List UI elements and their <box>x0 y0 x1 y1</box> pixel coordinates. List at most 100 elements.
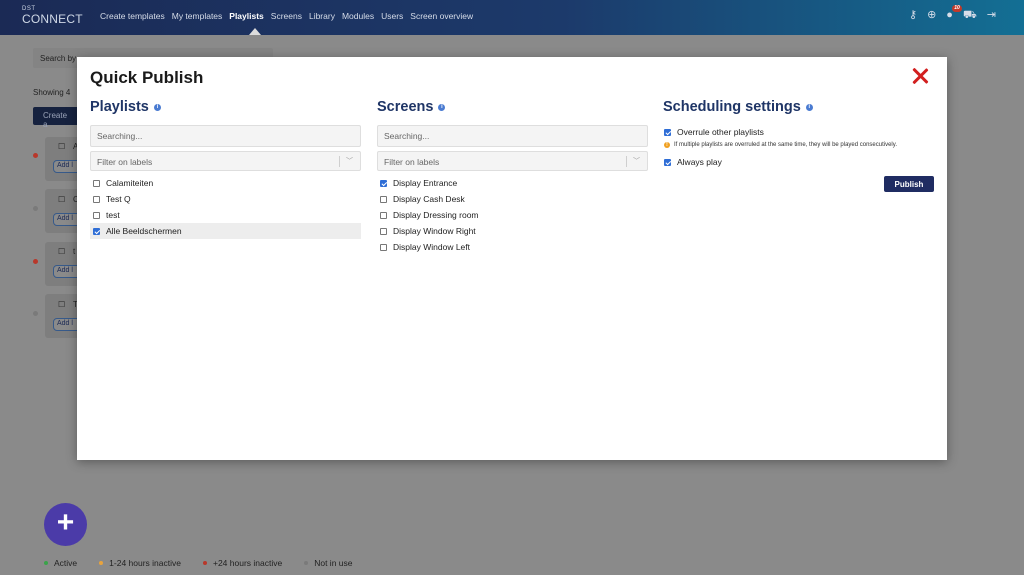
overrule-note-text: If multiple playlists are overruled at t… <box>674 142 897 148</box>
screen-item-label: Display Cash Desk <box>393 194 465 204</box>
playlist-item[interactable]: test <box>90 207 361 223</box>
always-play-checkbox[interactable] <box>664 158 671 166</box>
legend-item-24h: +24 hours inactive <box>202 558 283 568</box>
bg-card-checkbox: ☐ <box>58 247 66 256</box>
playlist-item-label: Test Q <box>106 194 131 204</box>
nav-library[interactable]: Library <box>309 11 335 21</box>
screen-item-label: Display Window Right <box>393 226 476 236</box>
publish-button[interactable]: Publish <box>884 176 934 192</box>
bg-status-dot <box>33 259 38 264</box>
bg-status-dot <box>33 153 38 158</box>
overrule-note: ! If multiple playlists are overruled at… <box>663 142 934 148</box>
checkbox[interactable] <box>380 243 387 251</box>
checkbox[interactable] <box>380 211 387 219</box>
always-play-option[interactable]: Always play <box>663 157 934 167</box>
legend-dot <box>304 561 309 565</box>
filter-placeholder: Filter on labels <box>384 157 440 167</box>
quick-publish-modal: Quick Publish Playlists i Filter on labe… <box>77 57 947 460</box>
legend-label: Active <box>54 558 78 568</box>
info-icon[interactable]: i <box>153 103 161 111</box>
select-separator <box>339 156 340 167</box>
playlists-search-input[interactable] <box>90 125 361 147</box>
checkbox-checked[interactable] <box>380 179 387 187</box>
chevron-down-icon[interactable]: ﹀ <box>346 156 353 166</box>
playlists-column: Playlists i Filter on labels ﹀ Calamitei… <box>90 98 361 239</box>
nav-users[interactable]: Users <box>381 11 403 21</box>
screens-label-filter[interactable]: Filter on labels ﹀ <box>377 151 648 171</box>
playlists-heading-text: Playlists <box>90 99 149 115</box>
checkbox[interactable] <box>380 195 387 203</box>
overrule-label: Overrule other playlists <box>677 127 764 137</box>
legend-dot <box>202 561 207 565</box>
playlist-item-label: test <box>106 210 120 220</box>
checkbox[interactable] <box>380 227 387 235</box>
screen-item-label: Display Window Left <box>393 242 471 252</box>
screen-item[interactable]: Display Window Right <box>377 223 648 239</box>
key-icon[interactable]: ⚷ <box>909 10 917 21</box>
playlist-item[interactable]: Calamiteiten <box>90 175 361 191</box>
nav-my-templates[interactable]: My templates <box>172 11 223 21</box>
overrule-checkbox[interactable] <box>664 128 671 136</box>
warning-icon: ! <box>664 142 670 148</box>
nav-icons: ⚷ ⊕ ● 10 ⛟ ⇥ <box>909 5 996 21</box>
playlists-heading: Playlists i <box>90 98 361 116</box>
legend-label: 1-24 hours inactive <box>109 558 181 568</box>
nav-screens[interactable]: Screens <box>271 11 302 21</box>
playlist-item[interactable]: Test Q <box>90 191 361 207</box>
top-navbar: DST CONNECT Create templates My template… <box>0 0 1024 35</box>
screens-heading: Screens i <box>377 98 648 116</box>
checkbox[interactable] <box>93 195 100 203</box>
screens-search-input[interactable] <box>377 125 648 147</box>
bg-card-initial: t <box>73 247 76 256</box>
screen-item-label: Display Dressing room <box>393 210 479 220</box>
nav-playlists[interactable]: Playlists <box>229 11 264 21</box>
modal-title: Quick Publish <box>90 68 204 87</box>
globe-icon[interactable]: ⊕ <box>927 10 936 21</box>
nav-create-templates[interactable]: Create templates <box>100 11 165 21</box>
playlist-item-label: Alle Beeldschermen <box>106 226 182 236</box>
bg-create-button: Create a <box>33 107 83 129</box>
checkbox-checked[interactable] <box>93 227 100 235</box>
always-play-label: Always play <box>677 157 722 167</box>
playlist-item[interactable]: Alle Beeldschermen <box>90 223 361 239</box>
active-nav-caret <box>249 28 261 35</box>
legend-label: +24 hours inactive <box>212 558 283 568</box>
screen-item[interactable]: Display Window Left <box>377 239 648 255</box>
user-icon[interactable]: ● 10 <box>946 5 962 21</box>
info-icon[interactable]: i <box>805 103 813 111</box>
legend-label: Not in use <box>314 558 353 568</box>
close-icon[interactable] <box>910 66 930 86</box>
scheduling-heading-text: Scheduling settings <box>663 99 801 115</box>
checkbox[interactable] <box>93 179 100 187</box>
bg-status-dot <box>33 206 38 211</box>
notification-badge: 10 <box>952 5 962 12</box>
add-fab-button: + <box>44 503 87 546</box>
bg-showing-text: Showing 4 <box>33 88 71 97</box>
screen-item[interactable]: Display Dressing room <box>377 207 648 223</box>
checkbox[interactable] <box>93 211 100 219</box>
logo-big-text: CONNECT <box>22 12 83 26</box>
overrule-option[interactable]: Overrule other playlists <box>663 127 934 137</box>
info-icon[interactable]: i <box>438 103 446 111</box>
app-logo[interactable]: DST CONNECT <box>22 6 83 25</box>
screen-item[interactable]: Display Cash Desk <box>377 191 648 207</box>
playlists-label-filter[interactable]: Filter on labels ﹀ <box>90 151 361 171</box>
nav-modules[interactable]: Modules <box>342 11 374 21</box>
screens-column: Screens i Filter on labels ﹀ Display Ent… <box>377 98 648 255</box>
bg-card-checkbox: ☐ <box>58 195 66 204</box>
bg-search-label: Search by <box>40 54 77 63</box>
scheduling-column: Scheduling settings i Overrule other pla… <box>663 98 934 167</box>
screen-item[interactable]: Display Entrance <box>377 175 648 191</box>
bg-card-checkbox: ☐ <box>58 142 66 151</box>
filter-placeholder: Filter on labels <box>97 157 153 167</box>
legend-item-active: Active <box>44 558 77 568</box>
screen-item-label: Display Entrance <box>393 178 458 188</box>
logout-icon[interactable]: ⇥ <box>987 10 996 21</box>
chevron-down-icon[interactable]: ﹀ <box>633 156 640 166</box>
legend-dot <box>44 561 48 565</box>
nav-screen-overview[interactable]: Screen overview <box>410 11 473 21</box>
legend-item-1-24h: 1-24 hours inactive <box>99 558 181 568</box>
main-nav: Create templates My templates Playlists … <box>100 11 480 21</box>
cart-icon[interactable]: ⛟ <box>963 10 977 21</box>
select-separator <box>626 156 627 167</box>
